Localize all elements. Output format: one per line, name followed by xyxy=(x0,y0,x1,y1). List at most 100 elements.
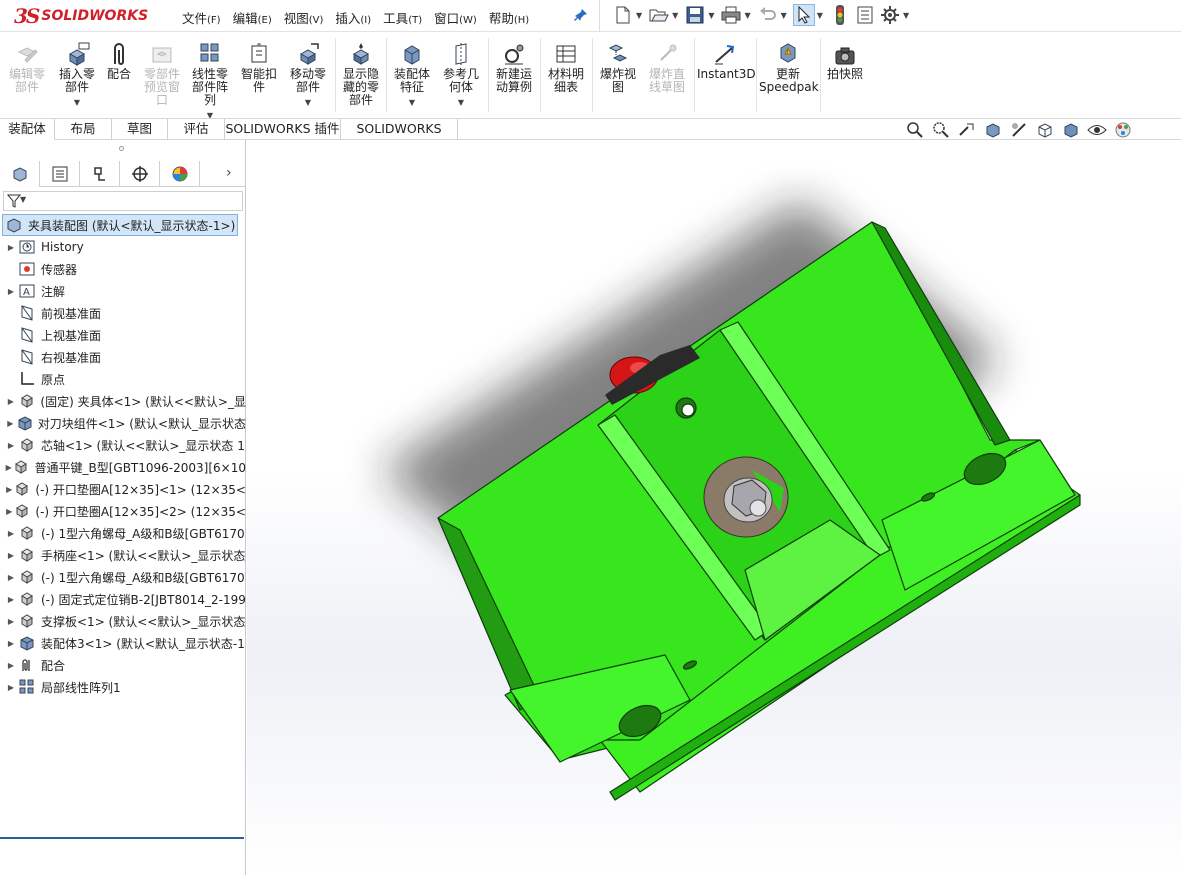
rollback-bar[interactable] xyxy=(0,837,244,839)
chevron-down-icon[interactable]: ▼ xyxy=(744,11,750,20)
tree-item[interactable]: ▶ History xyxy=(0,236,246,258)
new-motion-study-button[interactable]: 新建运 动算例 xyxy=(491,40,537,94)
tree-filter-input[interactable]: ▼ xyxy=(3,191,243,211)
menu-view[interactable]: 视图(V) xyxy=(278,6,330,29)
tree-item[interactable]: 原点 xyxy=(0,368,246,390)
solidworks-logo[interactable]: 3S SOLIDWORKS xyxy=(14,3,156,29)
chevron-down-icon[interactable]: ▼ xyxy=(54,96,100,109)
feature-manager-tab-icon[interactable] xyxy=(0,161,40,187)
chevron-down-icon[interactable]: ▼ xyxy=(708,11,714,20)
chevron-right-icon[interactable]: › xyxy=(226,165,232,181)
previous-view-icon[interactable] xyxy=(957,121,977,139)
expand-arrow-icon[interactable]: ▶ xyxy=(4,397,18,406)
expand-arrow-icon[interactable]: ▶ xyxy=(4,551,18,560)
tree-item[interactable]: ▶ (-) 1型六角螺母_A级和B级[GBT6170 xyxy=(0,566,246,588)
undo-icon[interactable] xyxy=(757,4,779,26)
instant3d-button[interactable]: Instant3D xyxy=(697,40,756,81)
take-snapshot-button[interactable]: 拍快照 xyxy=(822,40,868,81)
tab-sketch[interactable]: 草图 xyxy=(112,119,168,140)
assembly-features-button[interactable]: 装配体 特征 ▼ xyxy=(389,40,435,109)
hide-show-items-icon[interactable] xyxy=(1087,121,1107,139)
smart-fasteners-button[interactable]: 智能扣件 xyxy=(236,40,282,94)
bill-of-materials-button[interactable]: 材料明 细表 xyxy=(543,40,589,94)
rebuild-traffic-light-icon[interactable] xyxy=(829,4,851,26)
menu-edit[interactable]: 编辑(E) xyxy=(227,6,278,29)
section-view-icon[interactable] xyxy=(983,121,1003,139)
pin-menu-icon[interactable] xyxy=(574,8,588,22)
chevron-down-icon[interactable]: ▼ xyxy=(389,96,435,109)
update-speedpak-button[interactable]: ! 更新 Speedpak xyxy=(759,40,819,94)
tree-item[interactable]: 右视基准面 xyxy=(0,346,246,368)
expand-arrow-icon[interactable]: ▶ xyxy=(4,463,13,472)
chevron-down-icon[interactable]: ▼ xyxy=(20,195,26,204)
tree-item[interactable]: 前视基准面 xyxy=(0,302,246,324)
show-hidden-components-button[interactable]: 显示隐 藏的零 部件 xyxy=(338,40,384,107)
view-orientation-icon[interactable] xyxy=(1035,121,1055,139)
expand-arrow-icon[interactable]: ▶ xyxy=(4,595,18,604)
tree-item[interactable]: ▶ 芯轴<1> (默认<<默认>_显示状态 1 xyxy=(0,434,246,456)
open-document-icon[interactable] xyxy=(648,4,670,26)
tree-item[interactable]: 上视基准面 xyxy=(0,324,246,346)
tab-solidworks-mbd[interactable]: SOLIDWORKS MBD xyxy=(341,119,458,156)
graphics-area[interactable] xyxy=(247,140,1181,875)
tree-item[interactable]: ▶ 装配体3<1> (默认<默认_显示状态-1 xyxy=(0,632,246,654)
chevron-down-icon[interactable]: ▼ xyxy=(636,11,642,20)
options-gear-icon[interactable] xyxy=(879,4,901,26)
tab-layout[interactable]: 布局 xyxy=(55,119,112,140)
linear-pattern-button[interactable]: 线性零 部件阵列 ▼ xyxy=(188,40,232,122)
appearance-icon[interactable] xyxy=(1113,121,1133,139)
assembly-model-view[interactable] xyxy=(247,140,1181,875)
tree-item[interactable]: 传感器 xyxy=(0,258,246,280)
configuration-manager-tab-icon[interactable] xyxy=(80,161,120,187)
explode-line-sketch-button[interactable]: 爆炸直 线草图 xyxy=(642,40,692,94)
menu-insert[interactable]: 插入(I) xyxy=(329,6,377,29)
menu-tools[interactable]: 工具(T) xyxy=(377,6,428,29)
select-cursor-icon[interactable] xyxy=(792,4,815,26)
expand-arrow-icon[interactable]: ▶ xyxy=(4,617,18,626)
tab-assembly[interactable]: 装配体 xyxy=(0,119,55,140)
tree-item[interactable]: ▶ (-) 开口垫圈A[12×35]<1> (12×35< xyxy=(0,478,246,500)
print-icon[interactable] xyxy=(720,4,742,26)
panel-grip-icon[interactable] xyxy=(119,146,124,151)
new-document-icon[interactable] xyxy=(612,4,634,26)
tree-item[interactable]: ▶ 手柄座<1> (默认<<默认>_显示状态 xyxy=(0,544,246,566)
file-properties-icon[interactable] xyxy=(854,4,876,26)
expand-arrow-icon[interactable]: ▶ xyxy=(4,287,18,296)
reference-geometry-button[interactable]: 参考几 何体 ▼ xyxy=(438,40,484,109)
expand-arrow-icon[interactable]: ▶ xyxy=(4,243,18,252)
tree-item[interactable]: ▶ (-) 固定式定位销B-2[JBT8014_2-199 xyxy=(0,588,246,610)
tab-solidworks-addins[interactable]: SOLIDWORKS 插件 xyxy=(225,119,341,140)
edit-component-button[interactable]: 编辑零 部件 xyxy=(4,40,50,94)
chevron-down-icon[interactable]: ▼ xyxy=(672,11,678,20)
tree-item[interactable]: ▶ 对刀块组件<1> (默认<默认_显示状态 xyxy=(0,412,246,434)
mate-button[interactable]: 配合 xyxy=(102,40,136,81)
expand-arrow-icon[interactable]: ▶ xyxy=(4,419,17,428)
chevron-down-icon[interactable]: ▼ xyxy=(903,11,909,20)
insert-component-button[interactable]: 插入零 部件 ▼ xyxy=(54,40,100,109)
expand-arrow-icon[interactable]: ▶ xyxy=(4,441,18,450)
tree-item[interactable]: ▶ 支撑板<1> (默认<<默认>_显示状态 xyxy=(0,610,246,632)
display-manager-tab-icon[interactable] xyxy=(160,161,200,187)
menu-window[interactable]: 窗口(W) xyxy=(428,6,483,29)
expand-arrow-icon[interactable]: ▶ xyxy=(4,507,14,516)
save-icon[interactable] xyxy=(684,4,706,26)
tree-item[interactable]: ▶ 普通平键_B型[GBT1096-2003][6×10 xyxy=(0,456,246,478)
chevron-down-icon[interactable]: ▼ xyxy=(817,11,823,20)
tree-root-assembly[interactable]: 夹具装配图 (默认<默认_显示状态-1>) xyxy=(2,214,238,236)
expand-arrow-icon[interactable]: ▶ xyxy=(4,639,18,648)
tree-item[interactable]: ▶ A 注解 xyxy=(0,280,246,302)
component-preview-button[interactable]: 零部件 预览窗口 xyxy=(138,40,186,107)
expand-arrow-icon[interactable]: ▶ xyxy=(4,485,14,494)
expand-arrow-icon[interactable]: ▶ xyxy=(4,683,18,692)
exploded-view-button[interactable]: 爆炸视图 xyxy=(595,40,641,94)
zoom-to-area-icon[interactable] xyxy=(931,121,951,139)
chevron-down-icon[interactable]: ▼ xyxy=(438,96,484,109)
tree-item[interactable]: ▶ (-) 1型六角螺母_A级和B级[GBT6170 xyxy=(0,522,246,544)
menu-file[interactable]: 文件(F) xyxy=(176,6,227,29)
chevron-down-icon[interactable]: ▼ xyxy=(781,11,787,20)
expand-arrow-icon[interactable]: ▶ xyxy=(4,529,18,538)
move-component-button[interactable]: 移动零 部件 ▼ xyxy=(284,40,332,109)
menu-help[interactable]: 帮助(H) xyxy=(483,6,535,29)
dimxpert-manager-tab-icon[interactable] xyxy=(120,161,160,187)
property-manager-tab-icon[interactable] xyxy=(40,161,80,187)
